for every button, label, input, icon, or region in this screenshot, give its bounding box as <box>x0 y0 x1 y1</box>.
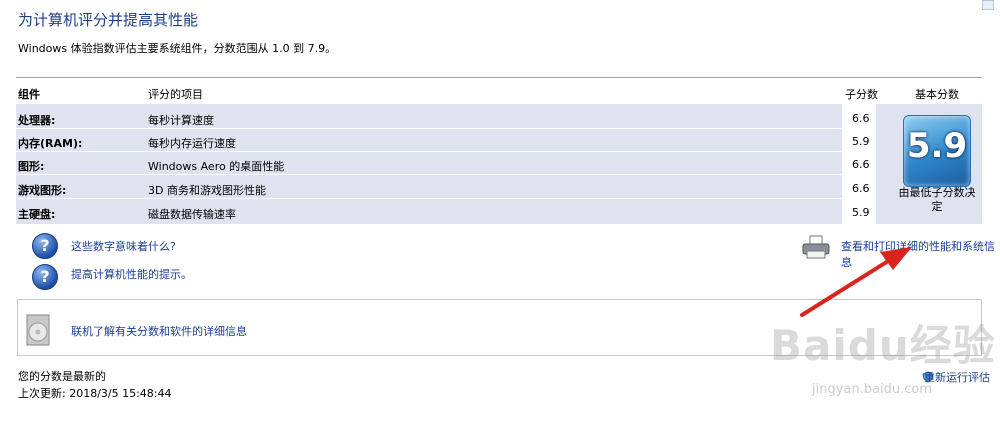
annotation-arrow <box>800 247 912 317</box>
